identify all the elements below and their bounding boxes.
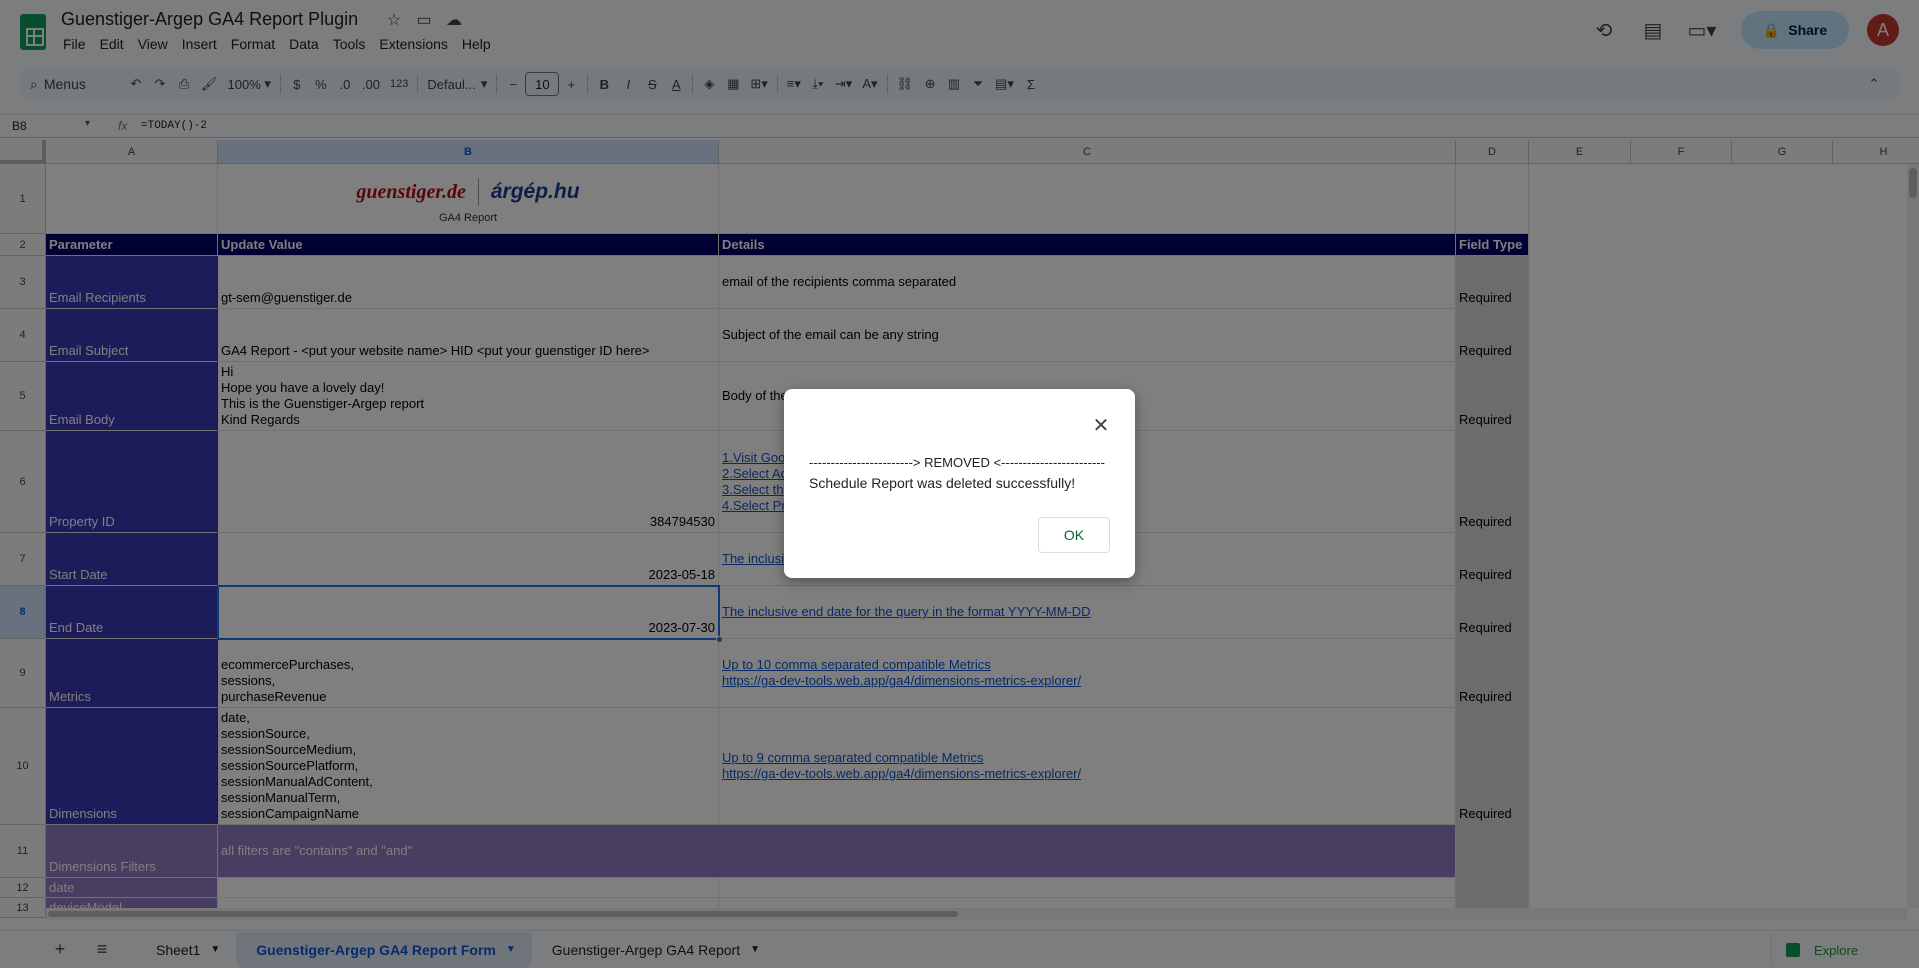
- dialog-message-line2: Schedule Report was deleted successfully…: [809, 475, 1076, 491]
- dialog-message-line1: ------------------------> REMOVED <-----…: [809, 455, 1105, 470]
- close-icon[interactable]: ✕: [1091, 415, 1111, 437]
- removed-dialog: ✕ ------------------------> REMOVED <---…: [784, 389, 1135, 578]
- sheets-app: Guenstiger-Argep GA4 Report Plugin ☆ ▭ ☁…: [0, 0, 1919, 968]
- ok-button[interactable]: OK: [1038, 517, 1110, 553]
